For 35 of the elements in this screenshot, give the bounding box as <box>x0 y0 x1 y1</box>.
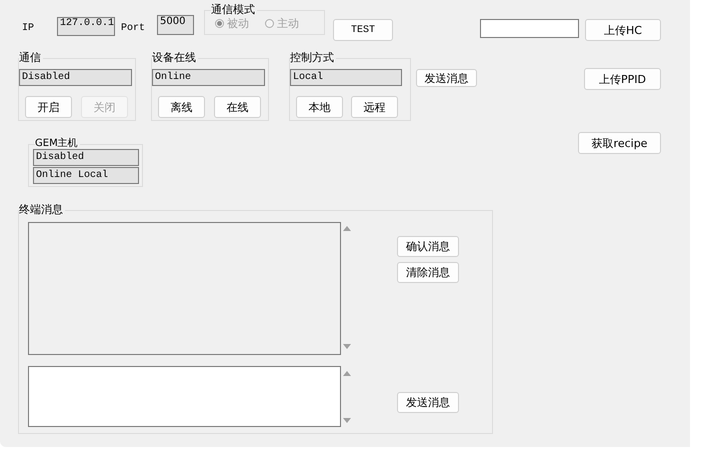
group-button[interactable]: 开启 <box>25 96 72 118</box>
terminal-button[interactable]: 清除消息 <box>397 262 459 283</box>
group-button[interactable]: 离线 <box>158 96 205 118</box>
input-field[interactable] <box>480 19 579 38</box>
action-button[interactable]: 获取recipe <box>578 132 661 154</box>
group-title: GEM主机 <box>35 137 80 150</box>
scroll-up-icon[interactable] <box>343 226 351 231</box>
test-button[interactable]: TEST <box>333 19 393 41</box>
group-title: 设备在线 <box>152 51 198 64</box>
group-title: 控制方式 <box>290 51 336 64</box>
terminal-button[interactable]: 确认消息 <box>397 236 459 257</box>
status-field: Disabled <box>19 69 132 86</box>
group-title: 通信模式 <box>211 3 257 16</box>
port-field[interactable]: 5000 <box>157 15 194 35</box>
action-button[interactable]: 上传PPID <box>584 68 661 90</box>
status-field: Online Local <box>33 167 139 184</box>
scroll-down-icon[interactable] <box>343 418 351 423</box>
ip-field[interactable]: 127.0.0.1 <box>57 17 115 36</box>
status-field: Local <box>290 69 402 86</box>
status-field: Disabled <box>33 149 139 166</box>
send-button[interactable]: 发送消息 <box>416 69 477 87</box>
ip-label: IP <box>22 23 34 34</box>
message-input[interactable] <box>28 366 341 427</box>
group-title: 终端消息 <box>19 203 65 216</box>
send-message-button[interactable]: 发送消息 <box>397 392 459 413</box>
group-button[interactable]: 在线 <box>214 96 261 118</box>
scroll-down-icon[interactable] <box>343 344 351 349</box>
group-button[interactable]: 远程 <box>351 96 398 118</box>
group-title: 通信 <box>19 51 43 64</box>
status-field: Online <box>152 69 265 86</box>
port-label: Port <box>121 23 146 34</box>
message-log[interactable] <box>28 222 341 355</box>
group-button[interactable]: 本地 <box>296 96 343 118</box>
scroll-up-icon[interactable] <box>343 371 351 376</box>
action-button[interactable]: 上传HC <box>585 19 661 41</box>
